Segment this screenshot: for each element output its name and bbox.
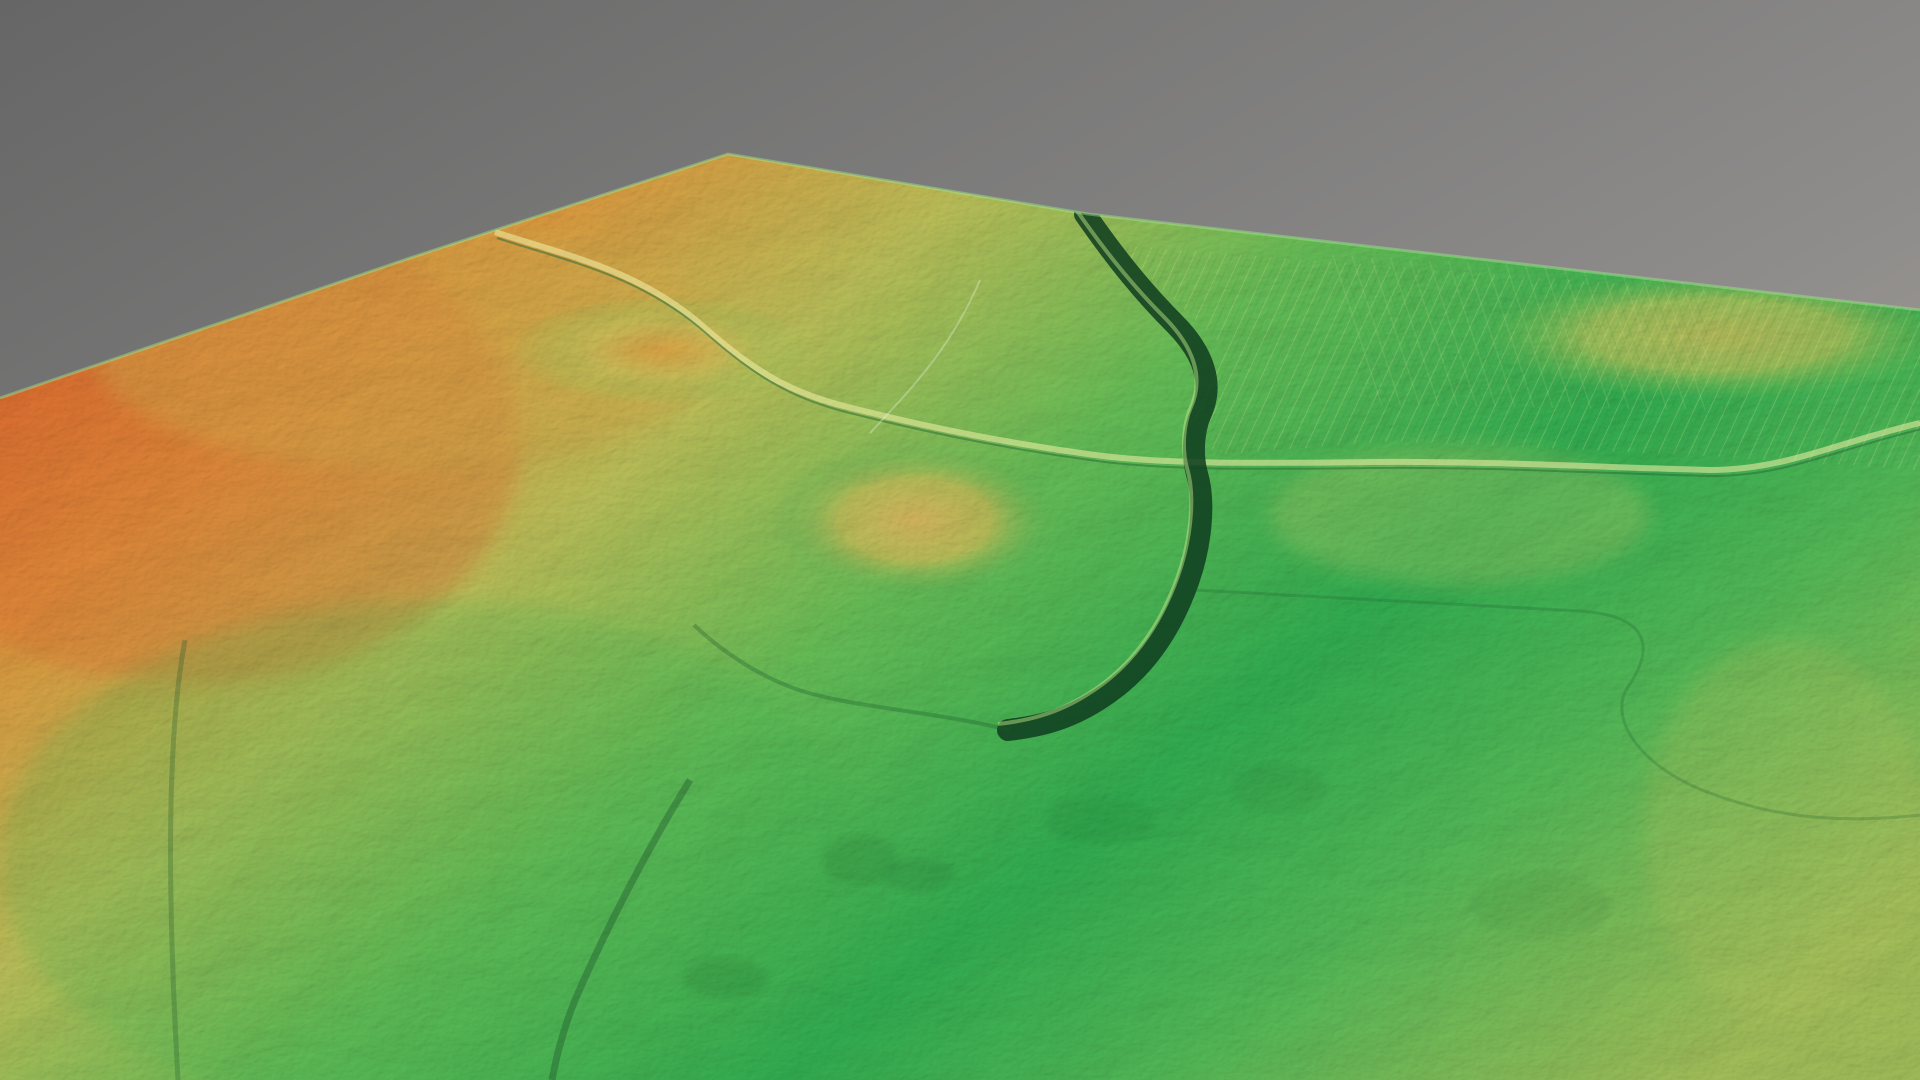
terrain-viewport[interactable] — [0, 0, 1920, 1080]
terrain-scene[interactable] — [0, 0, 1920, 1080]
